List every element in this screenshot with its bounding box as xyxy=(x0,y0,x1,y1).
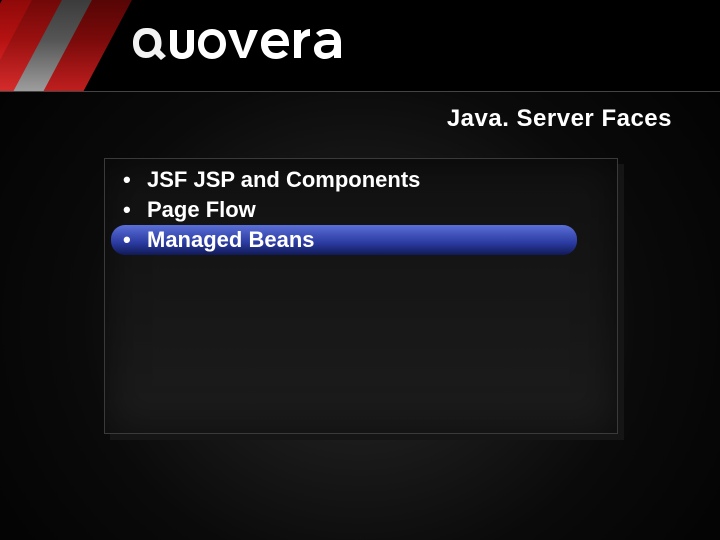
list-item-highlighted: Managed Beans xyxy=(111,225,577,255)
slide-title: Java. Server Faces xyxy=(447,105,672,133)
content-panel: JSF JSP and Components Page Flow Managed… xyxy=(104,158,618,434)
bullet-list: JSF JSP and Components Page Flow Managed… xyxy=(105,159,617,255)
bullet-text: JSF JSP and Components xyxy=(147,167,420,192)
bullet-text: Managed Beans xyxy=(147,227,315,252)
list-item: JSF JSP and Components xyxy=(105,165,617,195)
quovera-logo-icon xyxy=(130,22,360,64)
header-divider xyxy=(0,91,720,92)
header-bar xyxy=(0,0,720,92)
bullet-text: Page Flow xyxy=(147,197,256,222)
brand-logo xyxy=(130,22,360,64)
slide: Java. Server Faces JSF JSP and Component… xyxy=(0,0,720,540)
list-item: Page Flow xyxy=(105,195,617,225)
